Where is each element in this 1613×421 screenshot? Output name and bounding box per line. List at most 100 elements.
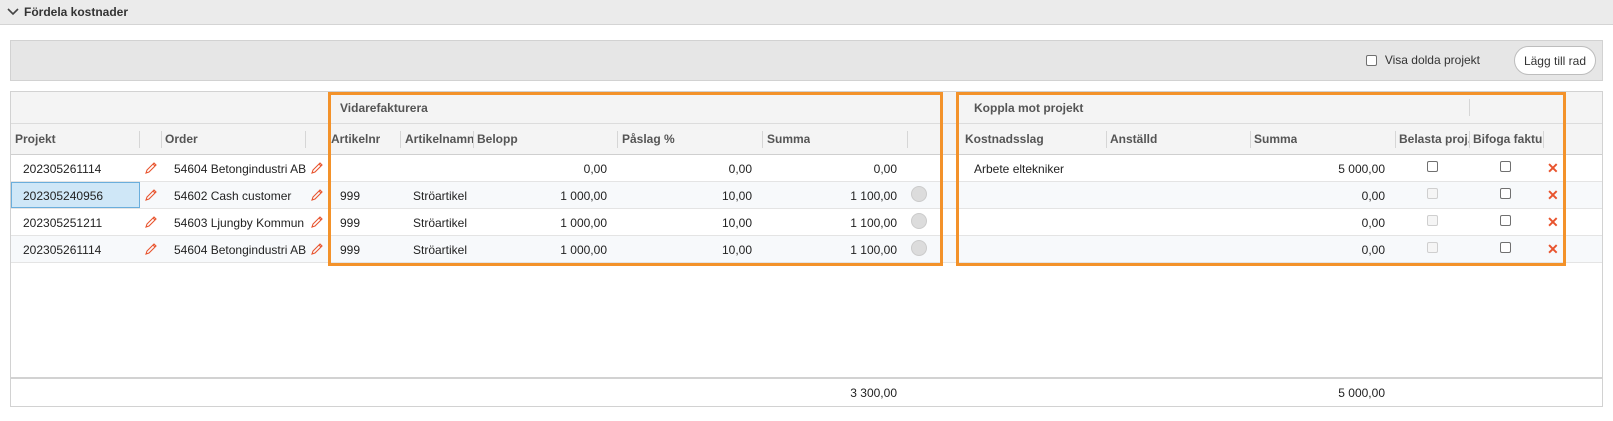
total-sum: 3 300,00 [850,386,897,400]
article-name-cell[interactable]: Ströartikel [413,216,467,230]
add-row-button[interactable]: Lägg till rad [1513,46,1596,75]
charge-project-checkbox [1427,215,1438,226]
attach-invoice-checkbox[interactable] [1500,188,1511,199]
order-cell[interactable]: 54604 Betongindustri AB [174,243,306,257]
pencil-icon[interactable] [144,215,158,229]
order-cell[interactable]: 54602 Cash customer [174,189,291,203]
pencil-icon[interactable] [144,161,158,175]
col-separator [305,131,306,148]
col-separator [139,131,140,148]
col-separator [161,131,162,148]
col-separator [473,131,474,148]
column-header-row: Projekt Order Artikelnr Artikelnamn Belo… [11,124,1602,155]
group-header-row: Vidarefakturera Koppla mot projekt [11,92,1602,124]
col-separator [762,131,763,148]
col-separator [1106,131,1107,148]
pencil-icon[interactable] [310,215,324,229]
table-row[interactable]: 202305240956 54602 Cash customer 999 Str… [11,182,1602,209]
article-name-cell[interactable]: Ströartikel [413,243,467,257]
sum-cell: 0,00 [873,162,897,176]
charge-project-checkbox [1427,188,1438,199]
table-row[interactable]: 202305261114 54604 Betongindustri AB 0,0… [11,155,1602,182]
project-cell[interactable]: 202305251211 [23,216,102,230]
article-name-cell[interactable]: Ströartikel [413,189,467,203]
charge-project-checkbox [1427,242,1438,253]
sum2-cell[interactable]: 0,00 [1254,216,1385,230]
col-header-sum[interactable]: Summa [767,132,810,146]
circle-icon[interactable] [911,213,927,229]
cost-grid: Vidarefakturera Koppla mot projekt Proje… [10,91,1603,407]
chevron-down-icon[interactable] [6,5,20,19]
col-header-article-no[interactable]: Artikelnr [331,132,380,146]
pencil-icon[interactable] [310,242,324,256]
amount-cell[interactable]: 0,00 [477,162,607,176]
show-hidden-projects[interactable]: Visa dolda projekt [1365,53,1480,67]
pencil-icon[interactable] [144,242,158,256]
project-cell[interactable]: 202305240956 [23,189,103,203]
article-no-cell[interactable]: 999 [340,243,360,257]
table-row[interactable]: 202305261114 54604 Betongindustri AB 999… [11,236,1602,263]
table-row[interactable]: 202305251211 54603 Ljungby Kommun 999 St… [11,209,1602,236]
col-separator [1469,131,1470,148]
sum2-cell[interactable]: 5 000,00 [1254,162,1385,176]
charge-project-checkbox[interactable] [1427,161,1438,172]
col-separator [617,131,618,148]
col-header-cost-type[interactable]: Kostnadsslag [965,132,1044,146]
group-link-project-label: Koppla mot projekt [974,101,1084,115]
markup-cell[interactable]: 10,00 [622,243,752,257]
amount-cell[interactable]: 1 000,00 [477,243,607,257]
section-header[interactable]: Fördela kostnader [0,0,1613,25]
col-header-charge-project[interactable]: Belasta proj... [1399,132,1469,146]
col-header-project[interactable]: Projekt [15,132,56,146]
col-header-amount[interactable]: Belopp [477,132,518,146]
order-cell[interactable]: 54604 Betongindustri AB [174,162,306,176]
col-separator [400,131,401,148]
project-cell[interactable]: 202305261114 [23,162,101,176]
col-header-article-name[interactable]: Artikelnamn [405,132,474,146]
total-sum2: 5 000,00 [1338,386,1385,400]
col-separator [907,131,908,148]
project-cell[interactable]: 202305261114 [23,243,101,257]
close-icon[interactable]: ✕ [1547,160,1559,177]
circle-icon[interactable] [911,186,927,202]
close-icon[interactable]: ✕ [1547,214,1559,231]
pencil-icon[interactable] [310,188,324,202]
group-reinvoice-label: Vidarefakturera [340,101,428,115]
article-no-cell[interactable]: 999 [340,216,360,230]
attach-invoice-checkbox[interactable] [1500,161,1511,172]
sum-cell: 1 100,00 [850,243,897,257]
col-header-order[interactable]: Order [165,132,198,146]
attach-invoice-checkbox[interactable] [1500,215,1511,226]
col-header-sum2[interactable]: Summa [1254,132,1297,146]
pencil-icon[interactable] [310,161,324,175]
sum-cell: 1 100,00 [850,189,897,203]
totals-row: 3 300,00 5 000,00 [11,377,1602,406]
show-hidden-label: Visa dolda projekt [1384,53,1480,67]
col-header-markup[interactable]: Påslag % [622,132,675,146]
col-header-attach-invoice[interactable]: Bifoga faktu... [1473,132,1543,146]
sum-cell: 1 100,00 [850,216,897,230]
attach-invoice-checkbox[interactable] [1500,242,1511,253]
toolbar: Visa dolda projekt Lägg till rad [10,40,1603,81]
col-header-employee[interactable]: Anställd [1110,132,1157,146]
group-separator [1469,99,1470,116]
markup-cell[interactable]: 0,00 [622,162,752,176]
col-separator [1395,131,1396,148]
close-icon[interactable]: ✕ [1547,241,1559,258]
circle-icon[interactable] [911,240,927,256]
amount-cell[interactable]: 1 000,00 [477,216,607,230]
order-cell[interactable]: 54603 Ljungby Kommun [174,216,304,230]
pencil-icon[interactable] [144,188,158,202]
cost-type-cell[interactable]: Arbete eltekniker [974,162,1064,176]
amount-cell[interactable]: 1 000,00 [477,189,607,203]
markup-cell[interactable]: 10,00 [622,216,752,230]
sum2-cell[interactable]: 0,00 [1254,243,1385,257]
article-no-cell[interactable]: 999 [340,189,360,203]
col-separator [1543,131,1544,148]
section-title: Fördela kostnader [24,5,129,19]
col-separator [1250,131,1251,148]
markup-cell[interactable]: 10,00 [622,189,752,203]
close-icon[interactable]: ✕ [1547,187,1559,204]
sum2-cell[interactable]: 0,00 [1254,189,1385,203]
show-hidden-checkbox[interactable] [1365,54,1377,66]
